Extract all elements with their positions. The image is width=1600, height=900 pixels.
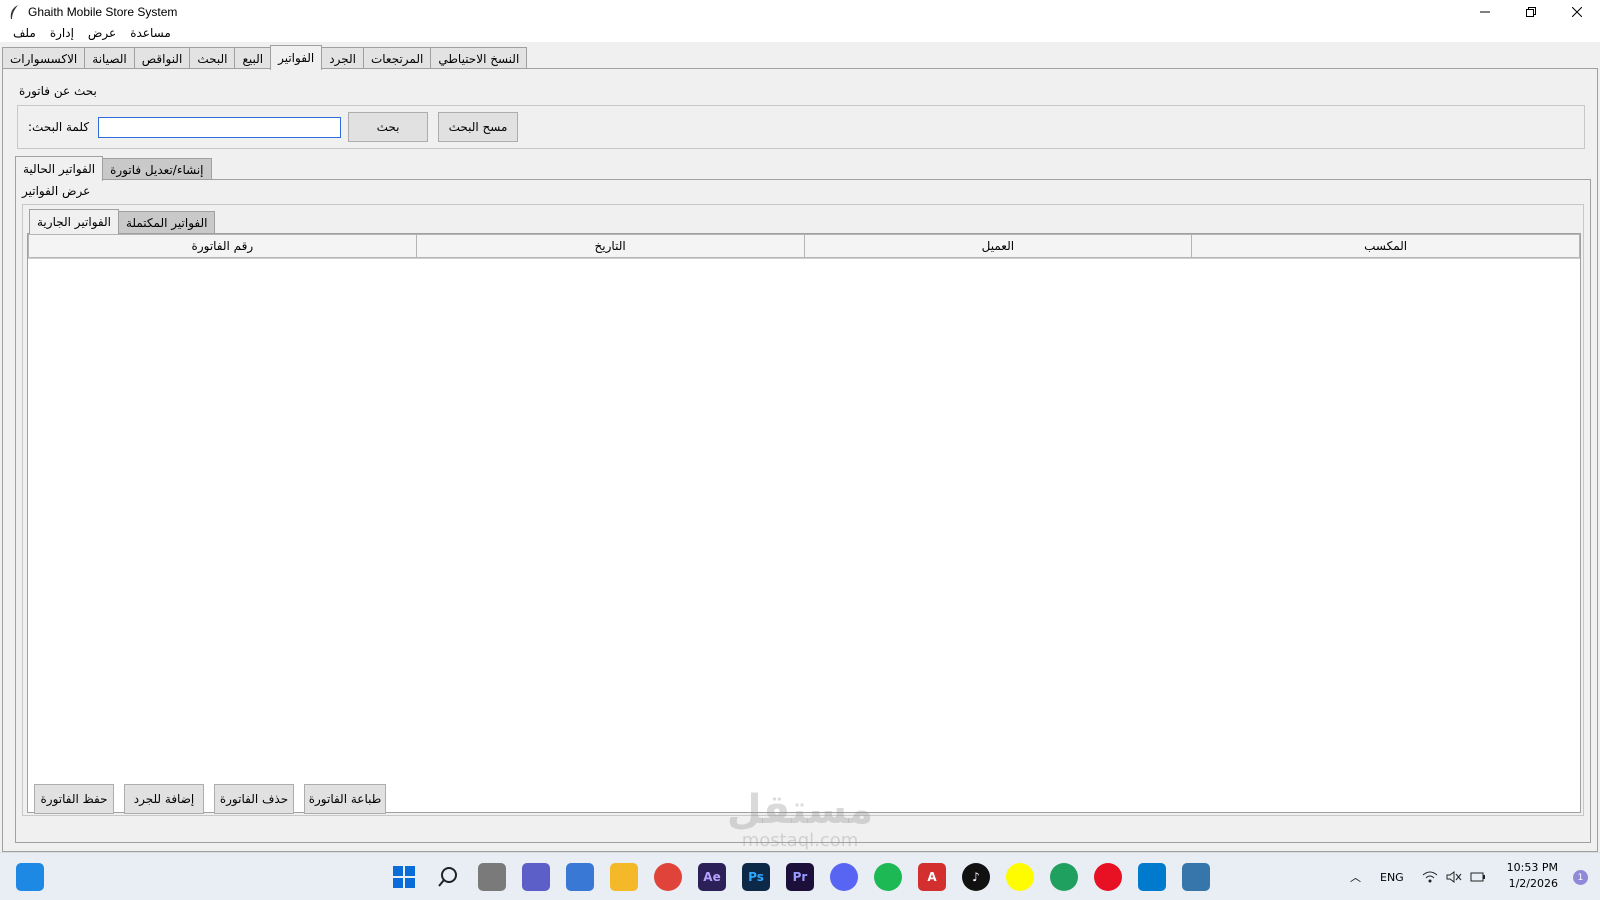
clear-search-button[interactable]: مسح البحث (438, 112, 518, 142)
chat-icon[interactable] (522, 863, 550, 891)
search-frame: :كلمة البحث بحث مسح البحث (17, 105, 1585, 149)
python-icon[interactable] (1182, 863, 1210, 891)
widgets-icon[interactable] (16, 863, 44, 891)
store-icon[interactable] (566, 863, 594, 891)
main-tabs: الاكسسوارات الصيانة النواقص البحث البيع … (2, 45, 528, 70)
clock-date: 1/2/2026 (1508, 877, 1558, 890)
battery-icon[interactable] (1470, 853, 1486, 900)
delete-invoice-button[interactable]: حذف الفاتورة (214, 784, 294, 814)
chrome-icon[interactable] (654, 863, 682, 891)
start-icon[interactable] (390, 863, 418, 891)
snapchat-icon[interactable] (1006, 863, 1034, 891)
column-customer[interactable]: العميل (804, 234, 1193, 258)
minimize-button[interactable] (1462, 0, 1508, 24)
current-invoices-panel: عرض الفواتير الفواتير الجارية الفواتير ا… (15, 179, 1591, 843)
watermark: مستقل mostaql.com (726, 787, 874, 851)
menu-view[interactable]: عرض (81, 26, 123, 40)
tab-shortages[interactable]: النواقص (133, 47, 191, 69)
tab-current-invoices[interactable]: الفواتير الحالية (15, 156, 104, 181)
tab-accessories[interactable]: الاكسسوارات (2, 47, 86, 69)
taskbar: Ae Ps Pr A ♪ ︿ ENG 10:53 PM 1/2/2026 1 (0, 852, 1600, 900)
restore-button[interactable] (1508, 0, 1554, 24)
search-label: :كلمة البحث (28, 120, 90, 134)
restore-icon (1526, 7, 1536, 17)
task-view-icon[interactable] (478, 863, 506, 891)
invoices-panel: بحث عن فاتورة :كلمة البحث بحث مسح البحث … (2, 68, 1598, 852)
save-invoice-button[interactable]: حفظ الفاتورة (34, 784, 114, 814)
search-frame-title: بحث عن فاتورة (17, 84, 99, 98)
close-icon (1572, 7, 1582, 17)
invoices-frame: الفواتير الجارية الفواتير المكتملة رقم ا… (22, 204, 1584, 816)
title-bar: Ghaith Mobile Store System (0, 0, 1600, 24)
search-button[interactable]: بحث (348, 112, 428, 142)
clock[interactable]: 10:53 PM 1/2/2026 (1507, 860, 1558, 892)
language-indicator[interactable]: ENG (1380, 853, 1404, 900)
clock-time: 10:53 PM (1506, 861, 1558, 874)
tab-completed-invoices[interactable]: الفواتير المكتملة (117, 211, 216, 233)
menu-bar: ملف إدارة عرض مساعدة (0, 24, 1600, 42)
close-button[interactable] (1554, 0, 1600, 24)
volume-muted-icon[interactable] (1446, 853, 1462, 900)
column-date[interactable]: التاريخ (416, 234, 805, 258)
invoice-sub-tabs: الفواتير الحالية إنشاء/تعديل فاتورة (15, 156, 212, 181)
menu-help[interactable]: مساعدة (123, 26, 178, 40)
tab-maintenance[interactable]: الصيانة (84, 47, 135, 69)
vscode-icon[interactable] (1138, 863, 1166, 891)
opera-icon[interactable] (1094, 863, 1122, 891)
invoice-status-tabs: الفواتير الجارية الفواتير المكتملة (29, 209, 216, 234)
notification-badge[interactable]: 1 (1573, 870, 1588, 885)
column-profit[interactable]: المكسب (1192, 234, 1580, 258)
acrobat-icon[interactable]: A (918, 863, 946, 891)
tab-invoices[interactable]: الفواتير (270, 45, 323, 70)
after-effects-icon[interactable]: Ae (698, 863, 726, 891)
search-input[interactable] (98, 117, 341, 138)
wifi-icon[interactable] (1422, 853, 1438, 900)
table-header: رقم الفاتورة التاريخ العميل المكسب (28, 234, 1580, 259)
edge-icon[interactable] (1050, 863, 1078, 891)
discord-icon[interactable] (830, 863, 858, 891)
spotify-icon[interactable] (874, 863, 902, 891)
premiere-icon[interactable]: Pr (786, 863, 814, 891)
column-invoice-number[interactable]: رقم الفاتورة (28, 234, 417, 258)
tab-search[interactable]: البحث (189, 47, 236, 69)
file-explorer-icon[interactable] (610, 863, 638, 891)
feather-icon (6, 4, 22, 20)
print-invoice-button[interactable]: طباعة الفاتورة (304, 784, 386, 814)
tab-ongoing-invoices[interactable]: الفواتير الجارية (29, 209, 119, 234)
invoices-table[interactable]: رقم الفاتورة التاريخ العميل المكسب (27, 233, 1581, 813)
invoices-frame-title: عرض الفواتير (20, 184, 93, 198)
tab-returns[interactable]: المرتجعات (362, 47, 432, 69)
tiktok-icon[interactable]: ♪ (962, 863, 990, 891)
tab-inventory[interactable]: الجرد (321, 47, 364, 69)
add-to-inventory-button[interactable]: إضافة للجرد (124, 784, 204, 814)
minimize-icon (1480, 11, 1490, 13)
tray-chevron-icon[interactable]: ︿ (1350, 853, 1361, 900)
search-icon[interactable] (434, 863, 462, 891)
tab-sales[interactable]: البيع (234, 47, 272, 69)
photoshop-icon[interactable]: Ps (742, 863, 770, 891)
window-title: Ghaith Mobile Store System (28, 5, 178, 19)
menu-file[interactable]: ملف (6, 26, 43, 40)
tab-create-edit-invoice[interactable]: إنشاء/تعديل فاتورة (102, 158, 212, 180)
menu-manage[interactable]: إدارة (43, 26, 81, 40)
tab-backup[interactable]: النسخ الاحتياطي (430, 47, 528, 69)
